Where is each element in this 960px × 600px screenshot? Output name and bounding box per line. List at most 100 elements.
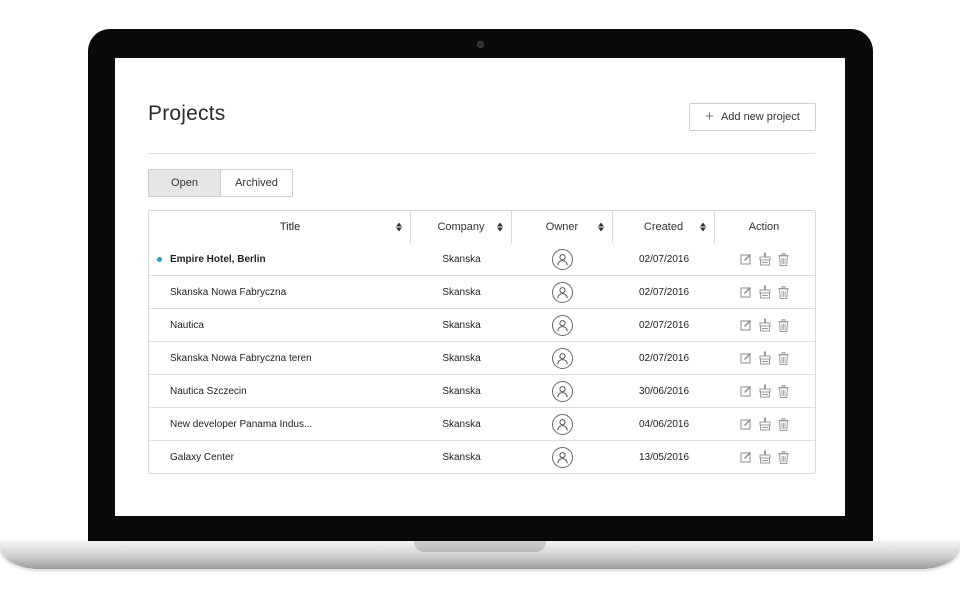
project-title-cell[interactable]: Nautica <box>149 309 411 341</box>
action-cell <box>715 441 813 473</box>
owner-cell <box>512 441 613 473</box>
created-date: 02/07/2016 <box>638 286 690 298</box>
company-name: Skanska <box>442 286 481 298</box>
owner-cell <box>512 276 613 308</box>
edit-icon[interactable] <box>740 418 752 430</box>
project-title[interactable]: Nautica <box>170 320 204 331</box>
archive-icon[interactable] <box>759 417 771 431</box>
column-header-company[interactable]: Company <box>411 211 512 243</box>
column-header-owner[interactable]: Owner <box>512 211 613 243</box>
trash-icon[interactable] <box>778 417 789 431</box>
sort-icon[interactable] <box>598 222 604 232</box>
table-row[interactable]: Nautica Szczecin Skanska 30/06/2016 <box>149 374 815 407</box>
project-title-cell[interactable]: Skanska Nowa Fabryczna <box>149 276 411 308</box>
column-label: Title <box>279 221 301 233</box>
edit-icon[interactable] <box>740 451 752 463</box>
edit-icon[interactable] <box>740 253 752 265</box>
archive-icon[interactable] <box>759 351 771 365</box>
edit-icon[interactable] <box>740 286 752 298</box>
project-title[interactable]: Skanska Nowa Fabryczna teren <box>170 353 312 364</box>
created-date: 30/06/2016 <box>638 385 690 397</box>
project-title-cell[interactable]: Nautica Szczecin <box>149 375 411 407</box>
created-cell: 02/07/2016 <box>613 342 715 374</box>
table-row[interactable]: Empire Hotel, Berlin Skanska 02/07/2016 <box>149 243 815 275</box>
projects-table: Title Company Owner Created Action Empir… <box>148 210 816 474</box>
column-header-created[interactable]: Created <box>613 211 715 243</box>
project-title[interactable]: Empire Hotel, Berlin <box>170 254 266 265</box>
action-cell <box>715 375 813 407</box>
created-date: 02/07/2016 <box>638 253 690 265</box>
created-cell: 02/07/2016 <box>613 276 715 308</box>
table-header: Title Company Owner Created Action <box>149 211 815 243</box>
project-title-cell[interactable]: New developer Panama Indus... <box>149 408 411 440</box>
owner-cell <box>512 243 613 275</box>
action-cell <box>715 243 813 275</box>
owner-cell <box>512 309 613 341</box>
user-avatar-icon[interactable] <box>552 380 573 402</box>
company-cell: Skanska <box>411 309 512 341</box>
company-name: Skanska <box>442 451 481 463</box>
edit-icon[interactable] <box>740 352 752 364</box>
company-cell: Skanska <box>411 375 512 407</box>
company-cell: Skanska <box>411 441 512 473</box>
project-title[interactable]: New developer Panama Indus... <box>170 419 312 430</box>
created-cell: 02/07/2016 <box>613 309 715 341</box>
table-row[interactable]: Skanska Nowa Fabryczna Skanska 02/07/2016 <box>149 275 815 308</box>
column-label: Created <box>643 221 684 233</box>
created-date: 02/07/2016 <box>638 319 690 331</box>
table-row[interactable]: Galaxy Center Skanska 13/05/2016 <box>149 440 815 473</box>
trash-icon[interactable] <box>778 285 789 299</box>
project-title[interactable]: Galaxy Center <box>170 452 234 463</box>
sort-icon[interactable] <box>497 222 503 232</box>
created-cell: 04/06/2016 <box>613 408 715 440</box>
project-title-cell[interactable]: Skanska Nowa Fabryczna teren <box>149 342 411 374</box>
company-cell: Skanska <box>411 342 512 374</box>
add-new-project-button[interactable]: + Add new project <box>689 103 816 131</box>
user-avatar-icon[interactable] <box>552 248 573 270</box>
trash-icon[interactable] <box>778 450 789 464</box>
user-avatar-icon[interactable] <box>552 281 573 303</box>
archive-icon[interactable] <box>759 252 771 266</box>
table-row[interactable]: Nautica Skanska 02/07/2016 <box>149 308 815 341</box>
archive-icon[interactable] <box>759 318 771 332</box>
tab-open[interactable]: Open <box>149 170 221 196</box>
edit-icon[interactable] <box>740 319 752 331</box>
table-row[interactable]: Skanska Nowa Fabryczna teren Skanska 02/07… <box>149 341 815 374</box>
user-avatar-icon[interactable] <box>552 413 573 435</box>
owner-cell <box>512 408 613 440</box>
user-avatar-icon[interactable] <box>552 347 573 369</box>
header-divider <box>148 153 815 154</box>
edit-icon[interactable] <box>740 385 752 397</box>
archive-icon[interactable] <box>759 450 771 464</box>
user-avatar-icon[interactable] <box>552 446 573 468</box>
add-new-project-label: Add new project <box>720 111 800 123</box>
project-title[interactable]: Skanska Nowa Fabryczna <box>170 287 286 298</box>
page-title: Projects <box>148 102 226 125</box>
sort-icon[interactable] <box>396 222 402 232</box>
project-status-tabs: Open Archived <box>148 169 293 197</box>
project-title-cell[interactable]: Empire Hotel, Berlin <box>149 243 411 275</box>
trash-icon[interactable] <box>778 318 789 332</box>
company-name: Skanska <box>442 319 481 331</box>
company-name: Skanska <box>442 385 481 397</box>
created-date: 04/06/2016 <box>638 418 690 430</box>
camera <box>477 41 484 48</box>
sort-icon[interactable] <box>700 222 706 232</box>
user-avatar-icon[interactable] <box>552 314 573 336</box>
archive-icon[interactable] <box>759 285 771 299</box>
created-date: 02/07/2016 <box>638 352 690 364</box>
tab-archived[interactable]: Archived <box>221 170 292 196</box>
project-title-cell[interactable]: Galaxy Center <box>149 441 411 473</box>
column-header-title[interactable]: Title <box>149 211 411 243</box>
archive-icon[interactable] <box>759 384 771 398</box>
trash-icon[interactable] <box>778 252 789 266</box>
action-cell <box>715 408 813 440</box>
trash-icon[interactable] <box>778 384 789 398</box>
column-label: Company <box>437 221 485 233</box>
created-cell: 02/07/2016 <box>613 243 715 275</box>
table-row[interactable]: New developer Panama Indus... Skanska 04/0… <box>149 407 815 440</box>
project-title[interactable]: Nautica Szczecin <box>170 386 247 397</box>
column-header-action: Action <box>715 211 813 243</box>
trash-icon[interactable] <box>778 351 789 365</box>
plus-icon: + <box>705 108 714 125</box>
